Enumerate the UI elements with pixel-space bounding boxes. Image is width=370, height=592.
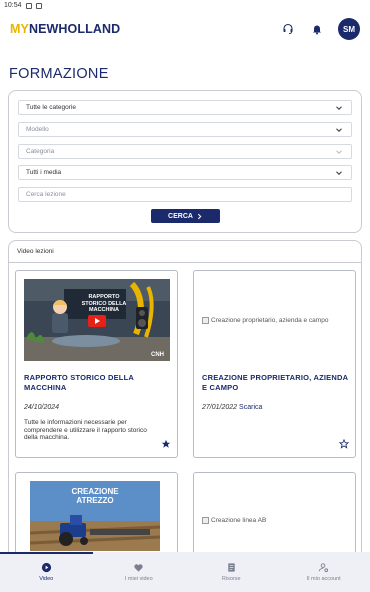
thumbnail-caption: CREAZIONE ATREZZO <box>71 487 119 505</box>
star-outline-icon[interactable] <box>339 439 349 449</box>
chevron-down-icon <box>336 105 342 110</box>
nav-item-resources[interactable]: Risorse <box>185 552 278 592</box>
nav-item-my-account[interactable]: Il mio account <box>278 552 370 592</box>
thumbnail-caption: RAPPORTO STORICO DELLA MACCHINA <box>81 294 127 313</box>
play-circle-icon <box>41 562 51 573</box>
lesson-title: CREAZIONE PROPRIETARIO, AZIENDA E CAMPO <box>202 373 348 392</box>
model-select[interactable]: Modello <box>18 122 352 137</box>
category-select[interactable]: Tutte le categorie <box>18 100 352 115</box>
status-icons <box>25 2 42 9</box>
cnh-logo: CNH <box>151 352 164 358</box>
lesson-card[interactable]: Creazione proprietario, azienda e campo … <box>193 270 356 458</box>
bell-icon[interactable] <box>309 21 325 37</box>
lesson-thumbnail[interactable]: Creazione proprietario, azienda e campo <box>202 317 328 324</box>
nav-item-my-videos[interactable]: I miei video <box>93 552 186 592</box>
filter-panel: Tutte le categorie Modello Categoria Tut… <box>8 90 362 233</box>
app-bar-actions: SM <box>280 18 360 40</box>
app-logo[interactable]: MYNEWHOLLAND <box>10 22 120 36</box>
bottom-navigation: Video I miei video Risorse Il mio accoun… <box>0 552 370 592</box>
chevron-down-icon <box>336 127 342 132</box>
search-button[interactable]: CERCA <box>151 209 220 223</box>
lesson-card[interactable]: RAPPORTO STORICO DELLA MACCHINA CNH RAPP… <box>15 270 178 458</box>
settings-status-icon <box>25 2 32 9</box>
broken-image-icon <box>202 517 209 524</box>
support-icon[interactable] <box>280 21 296 37</box>
media-select[interactable]: Tutti i media <box>18 165 352 180</box>
download-link[interactable]: Scarica <box>239 404 262 411</box>
video-lessons-panel: Video lezioni RAPPORTO STORICO DELLA MAC… <box>8 240 362 570</box>
video-lessons-header: Video lezioni <box>9 241 361 263</box>
status-bar: 10:54 <box>0 0 370 11</box>
nav-item-video[interactable]: Video <box>0 552 93 592</box>
notification-status-icon <box>35 2 42 9</box>
lesson-date: 24/10/2024 <box>24 404 60 411</box>
lesson-thumbnail[interactable]: Creazione linea AB <box>202 517 266 524</box>
heart-icon <box>134 564 143 572</box>
subcategory-select[interactable]: Categoria <box>18 144 352 159</box>
app-bar: MYNEWHOLLAND SM <box>0 11 370 47</box>
lesson-date: 27/01/2022 Scarica <box>202 404 263 411</box>
lesson-thumbnail[interactable]: CREAZIONE ATREZZO <box>30 481 160 551</box>
page-title: FORMAZIONE <box>9 66 109 82</box>
broken-image-icon <box>202 317 209 324</box>
chevron-right-icon <box>197 213 202 219</box>
avatar[interactable]: SM <box>338 18 360 40</box>
chevron-down-icon <box>336 149 342 154</box>
star-filled-icon[interactable] <box>161 439 171 449</box>
document-icon <box>228 563 235 572</box>
lesson-title: RAPPORTO STORICO DELLA MACCHINA <box>24 373 134 392</box>
status-time: 10:54 <box>4 2 22 9</box>
lesson-description: Tutte le informazioni necessarie per com… <box>24 419 147 441</box>
account-settings-icon <box>319 563 329 573</box>
lesson-search-input[interactable]: Cerca lezione <box>18 187 352 202</box>
lesson-thumbnail[interactable]: RAPPORTO STORICO DELLA MACCHINA CNH <box>24 279 170 361</box>
chevron-down-icon <box>336 170 342 175</box>
